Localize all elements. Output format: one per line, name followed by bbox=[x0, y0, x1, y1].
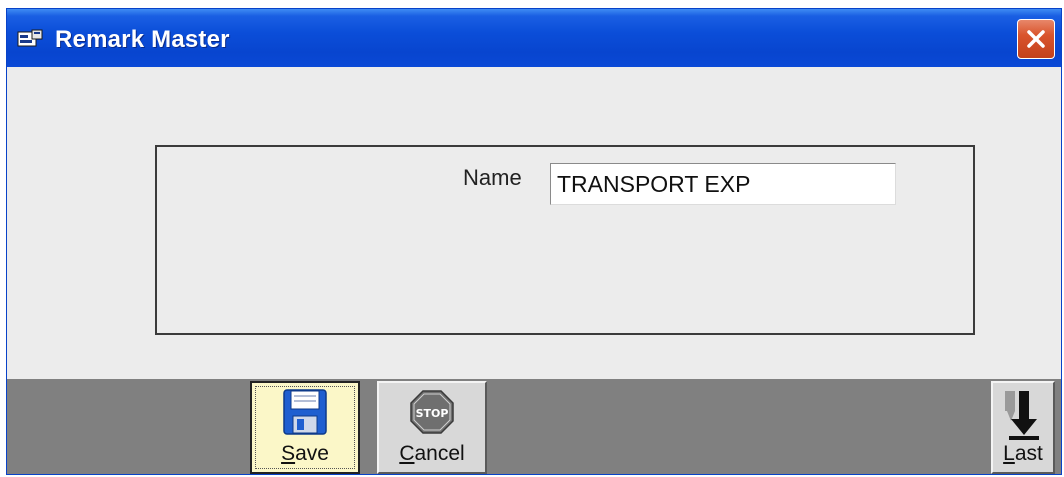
save-button[interactable]: Save bbox=[250, 381, 360, 474]
save-label: Save bbox=[281, 442, 329, 465]
dialog-body: Name bbox=[7, 67, 1061, 379]
last-label: Last bbox=[1003, 442, 1043, 465]
button-toolbar: Save STOP Cancel Last bbox=[7, 379, 1061, 474]
form-frame: Name bbox=[155, 145, 975, 335]
close-icon bbox=[1027, 30, 1045, 48]
arrow-down-last-icon bbox=[1003, 389, 1043, 447]
last-button[interactable]: Last bbox=[991, 381, 1055, 474]
close-button[interactable] bbox=[1017, 19, 1055, 59]
stop-sign-text: STOP bbox=[416, 407, 449, 420]
name-input[interactable] bbox=[550, 163, 896, 205]
cancel-button[interactable]: STOP Cancel bbox=[377, 381, 487, 474]
window-title: Remark Master bbox=[55, 26, 230, 53]
remark-master-window: Remark Master Name TRANSPORT EXP Save ST… bbox=[6, 8, 1062, 475]
title-bar[interactable]: Remark Master bbox=[7, 9, 1061, 67]
name-label: Name bbox=[463, 165, 522, 190]
form-icon bbox=[17, 29, 43, 49]
cancel-label: Cancel bbox=[399, 442, 465, 465]
stop-sign-icon: STOP bbox=[409, 389, 455, 441]
floppy-disk-icon bbox=[283, 389, 327, 441]
